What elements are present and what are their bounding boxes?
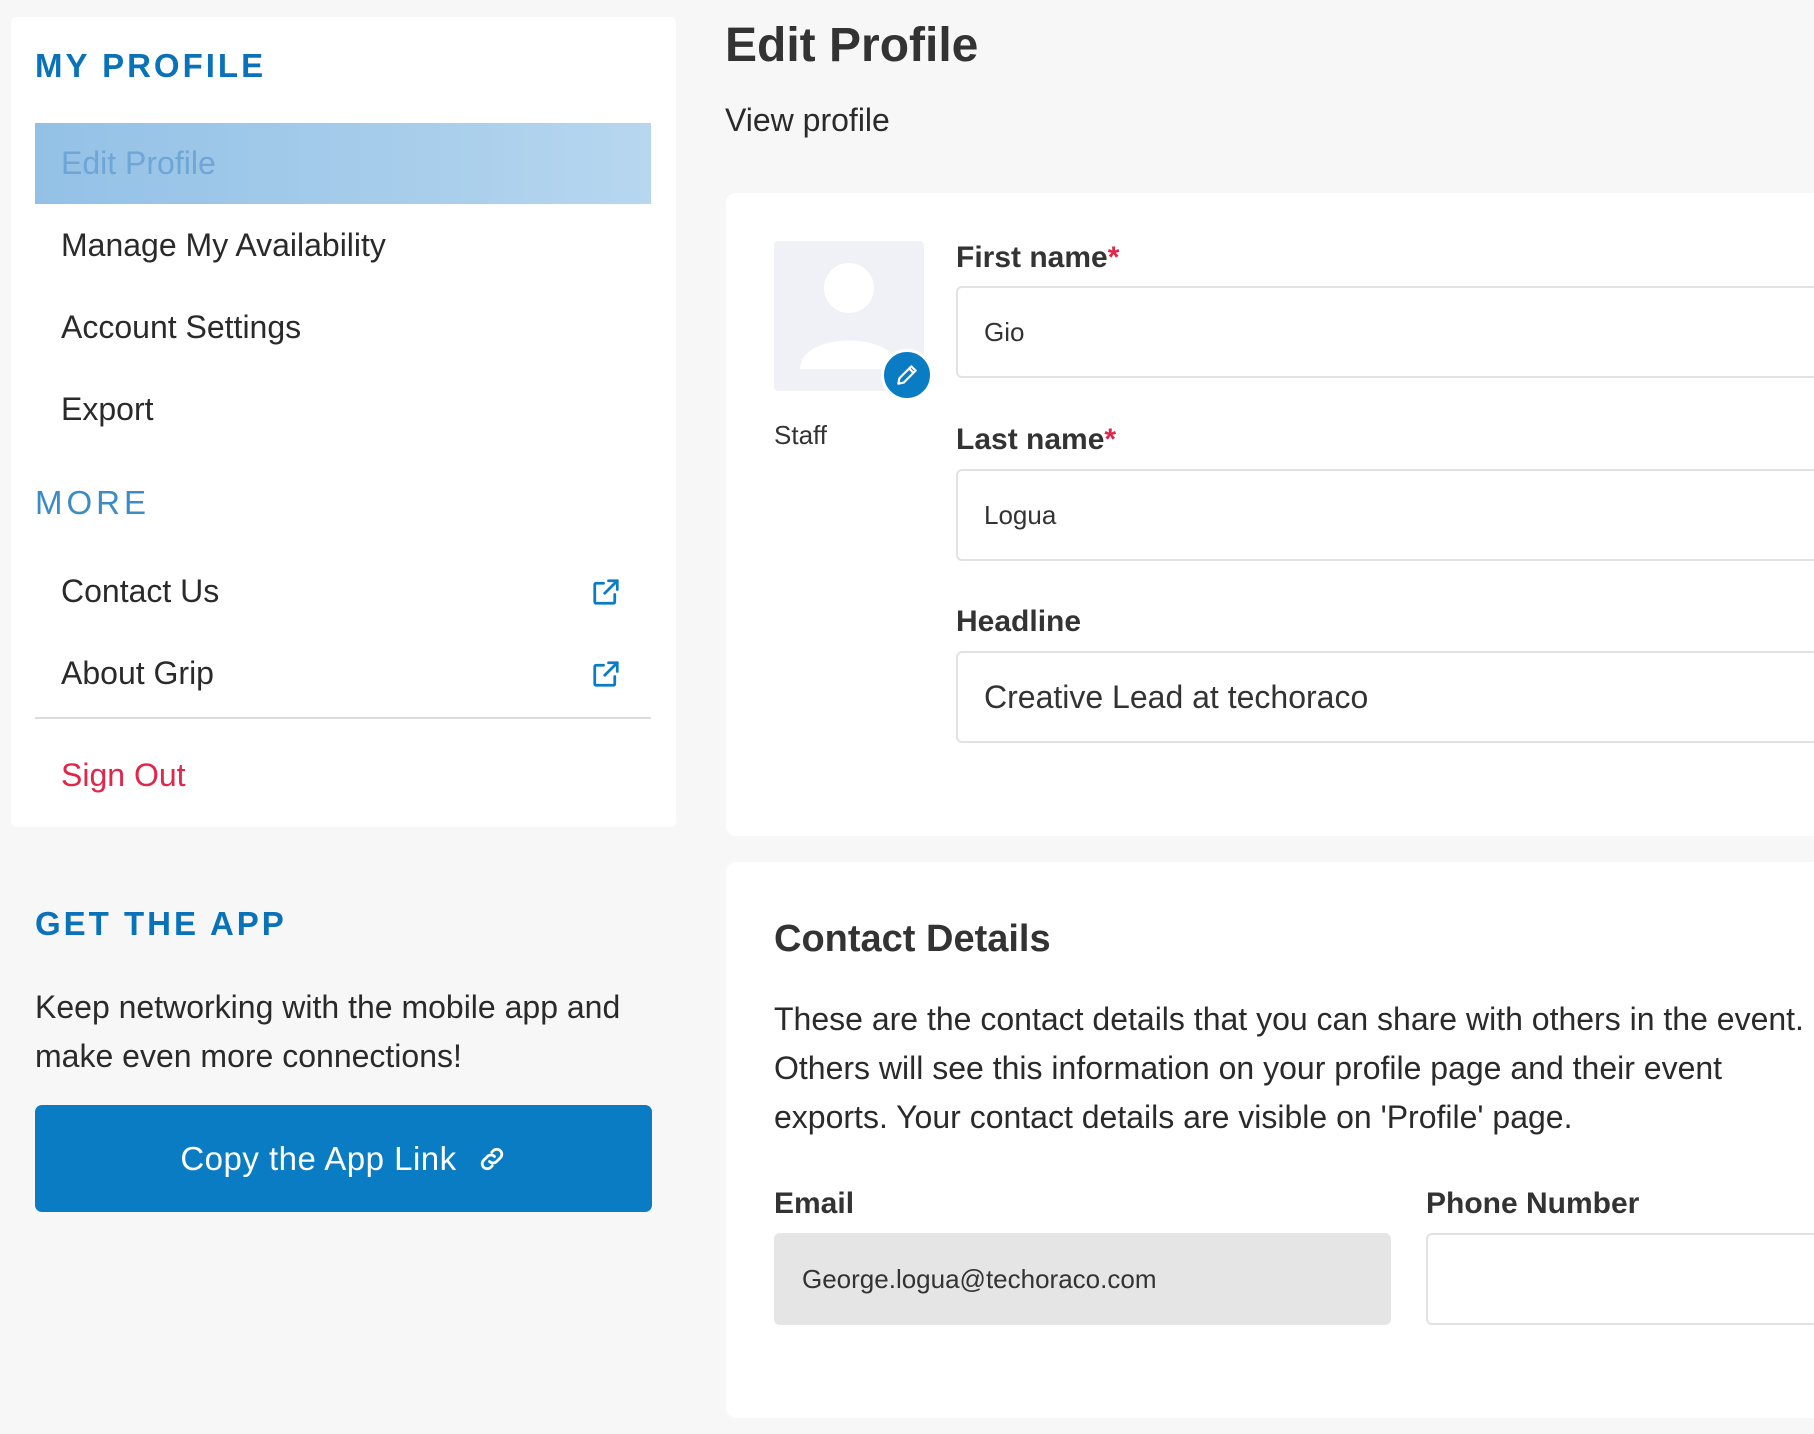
headline-input[interactable]: Creative Lead at techoraco: [956, 651, 1814, 743]
external-link-icon: [593, 660, 619, 687]
sidebar-item-label: About Grip: [61, 655, 214, 691]
get-the-app-heading: GET THE APP: [35, 905, 287, 942]
headline-value: Creative Lead at techoraco: [984, 678, 1369, 715]
headline-label: Headline: [956, 605, 1082, 638]
edit-avatar-button[interactable]: [881, 349, 933, 401]
sidebar-item-manage-availability[interactable]: Manage My Availability: [35, 205, 651, 286]
sidebar: MY PROFILE Edit Profile Manage My Availa…: [11, 17, 676, 827]
profile-card: Staff First name* Gio Last name* Logua H…: [726, 193, 1814, 836]
pencil-icon: [897, 365, 917, 385]
view-profile-link[interactable]: View profile: [725, 102, 890, 139]
first-name-label: First name*: [956, 241, 1119, 275]
contact-details-description: These are the contact details that you c…: [774, 1001, 1804, 1135]
required-mark: *: [1107, 241, 1120, 274]
sidebar-item-label: Export: [61, 391, 154, 427]
last-name-input[interactable]: Logua: [956, 469, 1814, 561]
sidebar-divider: [35, 717, 651, 719]
page: MY PROFILE Edit Profile Manage My Availa…: [0, 0, 1814, 1434]
sidebar-item-about-grip[interactable]: About Grip: [35, 633, 651, 714]
sidebar-item-label: Manage My Availability: [61, 227, 386, 263]
avatar[interactable]: [774, 241, 933, 401]
role-label: Staff: [774, 420, 828, 450]
email-label: Email: [774, 1187, 855, 1220]
sidebar-item-edit-profile[interactable]: Edit Profile: [35, 123, 651, 204]
required-mark: *: [1104, 423, 1117, 456]
first-name-input[interactable]: Gio: [956, 286, 1814, 378]
sidebar-item-account-settings[interactable]: Account Settings: [35, 287, 651, 368]
copy-app-link-label: Copy the App Link: [180, 1139, 457, 1177]
email-value: George.logua@techoraco.com: [802, 1263, 1157, 1294]
page-title: Edit Profile: [725, 19, 979, 72]
sidebar-item-contact-us[interactable]: Contact Us: [35, 551, 651, 632]
first-name-label-text: First name: [956, 241, 1108, 274]
last-name-label: Last name*: [956, 423, 1116, 457]
link-icon: [480, 1147, 503, 1170]
contact-card: Contact Details These are the contact de…: [726, 862, 1814, 1418]
last-name-value: Logua: [984, 499, 1057, 530]
sign-out-label: Sign Out: [61, 757, 186, 793]
sign-out-link[interactable]: Sign Out: [35, 735, 651, 816]
get-the-app-text: Keep networking with the mobile app and …: [35, 989, 621, 1074]
sidebar-item-export[interactable]: Export: [35, 369, 651, 450]
phone-label: Phone Number: [1426, 1187, 1640, 1220]
contact-details-title: Contact Details: [774, 918, 1051, 960]
copy-app-link-button[interactable]: Copy the App Link: [35, 1105, 652, 1212]
external-link-icon: [593, 578, 619, 605]
sidebar-heading-my-profile: MY PROFILE: [35, 47, 267, 84]
sidebar-item-label: Account Settings: [61, 309, 302, 345]
phone-number-input[interactable]: [1426, 1233, 1814, 1325]
sidebar-heading-more: MORE: [35, 484, 150, 521]
sidebar-item-label: Edit Profile: [61, 145, 216, 181]
first-name-value: Gio: [984, 316, 1025, 347]
last-name-label-text: Last name: [956, 423, 1105, 456]
email-field: George.logua@techoraco.com: [774, 1233, 1391, 1325]
sidebar-item-label: Contact Us: [61, 573, 220, 609]
